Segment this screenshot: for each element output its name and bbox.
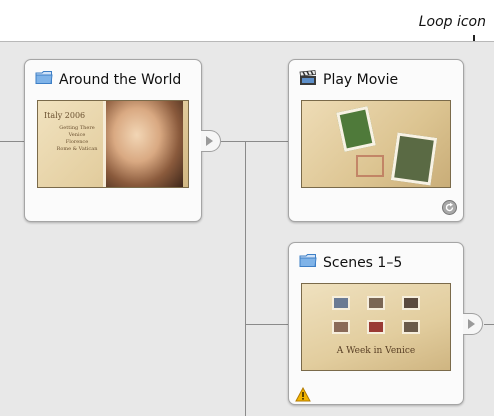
scenes-thumbnail: A Week in Venice — [301, 283, 451, 371]
scene-thumb — [367, 296, 385, 310]
connector-out-right — [484, 324, 494, 325]
thumbnail-text-block: Italy 2006 Getting There Venice Florence… — [44, 111, 110, 153]
storyboard-canvas: Around the World Italy 2006 Getting Ther… — [0, 41, 494, 416]
thumb-line: Venice — [68, 132, 86, 138]
scene-thumb — [367, 320, 385, 334]
folder-icon — [299, 253, 317, 272]
node-title-row: Around the World — [35, 70, 181, 89]
chevron-right-icon — [468, 319, 475, 329]
photo-card — [390, 132, 438, 186]
movie-thumbnail — [301, 100, 451, 188]
output-port[interactable] — [463, 313, 483, 335]
scene-thumb — [332, 296, 350, 310]
warning-icon[interactable] — [295, 386, 311, 402]
menu-node-scenes-1-5[interactable]: Scenes 1–5 A Week in Venice — [288, 242, 483, 405]
chevron-right-icon — [206, 136, 213, 146]
menu-thumbnail: Italy 2006 Getting There Venice Florence… — [37, 100, 189, 188]
thumb-caption: A Week in Venice — [336, 346, 416, 356]
folder-icon — [35, 70, 53, 89]
scene-thumb — [402, 296, 420, 310]
thumb-line: Florence — [65, 139, 89, 145]
loop-icon[interactable] — [442, 200, 457, 215]
node-title-row: Scenes 1–5 — [299, 253, 402, 272]
node-title: Scenes 1–5 — [323, 254, 403, 271]
couple-photo — [103, 101, 183, 187]
menu-node-play-movie[interactable]: Play Movie — [288, 59, 464, 222]
connector-trunk — [245, 141, 246, 416]
thumb-heading: Italy 2006 — [44, 111, 86, 120]
thumb-line: Getting There — [59, 125, 95, 131]
connector-branch-scenes — [245, 324, 288, 325]
node-title: Play Movie — [323, 72, 399, 88]
stamp — [356, 155, 384, 177]
connector-main-horizontal — [221, 141, 288, 142]
loop-icon-callout-label: Loop icon — [418, 14, 486, 30]
thumb-line: Rome & Vatican — [56, 146, 98, 152]
output-port[interactable] — [201, 130, 221, 152]
menu-node-around-the-world[interactable]: Around the World Italy 2006 Getting Ther… — [24, 59, 221, 222]
scene-thumb — [402, 320, 420, 334]
photo-card — [336, 106, 376, 152]
node-title-row: Play Movie — [299, 70, 398, 90]
connector-left-in — [0, 141, 24, 142]
node-title: Around the World — [59, 71, 182, 88]
clapperboard-icon — [299, 70, 317, 90]
scene-thumb — [332, 320, 350, 334]
